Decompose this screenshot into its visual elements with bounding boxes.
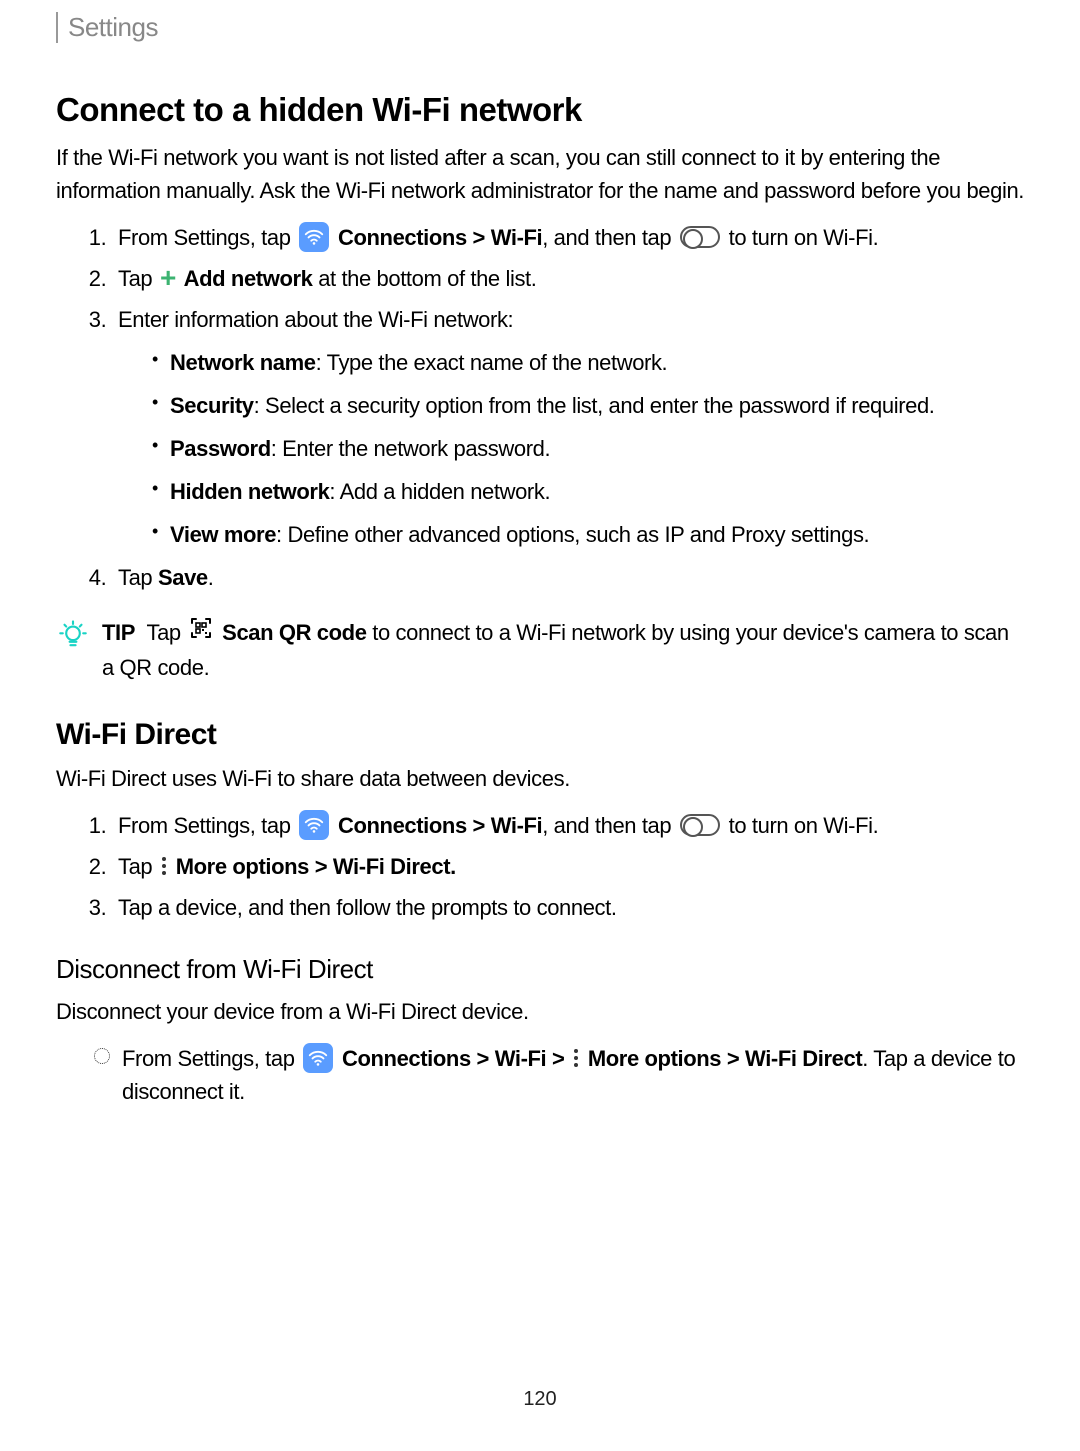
step-2: Tap More options > Wi-Fi Direct. bbox=[112, 850, 1024, 883]
text: , and then tap bbox=[542, 813, 677, 838]
heading-hidden-wifi: Connect to a hidden Wi-Fi network bbox=[56, 91, 1024, 129]
label-more-options: More options bbox=[176, 854, 309, 879]
step-1: From Settings, tap Connections > Wi-Fi, … bbox=[112, 809, 1024, 842]
text: From Settings, tap bbox=[118, 813, 296, 838]
text: From Settings, tap bbox=[122, 1046, 300, 1071]
field-hidden-network: Hidden network: Add a hidden network. bbox=[152, 475, 1024, 508]
step-4: Tap Save. bbox=[112, 561, 1024, 594]
text: : Enter the network password. bbox=[271, 436, 550, 461]
label-wifi: Wi-Fi bbox=[491, 225, 543, 250]
text: : Select a security option from the list… bbox=[254, 393, 935, 418]
sep: > bbox=[471, 1046, 495, 1071]
steps-wifi-direct: From Settings, tap Connections > Wi-Fi, … bbox=[56, 809, 1024, 924]
text: Tap bbox=[118, 565, 158, 590]
tip-label: TIP bbox=[102, 620, 135, 645]
circle-bullet-icon bbox=[94, 1048, 110, 1064]
text: Tap bbox=[118, 854, 158, 879]
text: Tap bbox=[118, 266, 158, 291]
text: , and then tap bbox=[542, 225, 677, 250]
wifi-icon bbox=[303, 1043, 333, 1073]
label: Security bbox=[170, 393, 254, 418]
label-wifi-direct: Wi-Fi Direct bbox=[333, 854, 450, 879]
text: to turn on Wi-Fi. bbox=[729, 813, 879, 838]
label-wifi: Wi-Fi bbox=[495, 1046, 547, 1071]
field-security: Security: Select a security option from … bbox=[152, 389, 1024, 422]
field-network-name: Network name: Type the exact name of the… bbox=[152, 346, 1024, 379]
intro-hidden-wifi: If the Wi-Fi network you want is not lis… bbox=[56, 141, 1024, 207]
text: Enter information about the Wi-Fi networ… bbox=[118, 307, 513, 332]
intro-disconnect-wfd: Disconnect your device from a Wi-Fi Dire… bbox=[56, 995, 1024, 1028]
label-save: Save bbox=[158, 565, 208, 590]
lightbulb-icon bbox=[56, 618, 90, 657]
sep: > bbox=[721, 1046, 745, 1071]
tip-text: TIP Tap Scan QR code to connect to a Wi-… bbox=[102, 616, 1024, 684]
label: Hidden network bbox=[170, 479, 329, 504]
sep: > bbox=[309, 854, 333, 879]
label: Password bbox=[170, 436, 271, 461]
toggle-icon bbox=[680, 226, 720, 248]
text: From Settings, tap bbox=[118, 225, 296, 250]
field-view-more: View more: Define other advanced options… bbox=[152, 518, 1024, 551]
text: Tap bbox=[146, 620, 186, 645]
step-3: Enter information about the Wi-Fi networ… bbox=[112, 303, 1024, 551]
label-add-network: Add network bbox=[184, 266, 313, 291]
label-wifi-direct: Wi-Fi Direct bbox=[745, 1046, 862, 1071]
field-password: Password: Enter the network password. bbox=[152, 432, 1024, 465]
text: : Add a hidden network. bbox=[329, 479, 550, 504]
label: Network name bbox=[170, 350, 316, 375]
step-3: Tap a device, and then follow the prompt… bbox=[112, 891, 1024, 924]
disconnect-steps: From Settings, tap Connections > Wi-Fi >… bbox=[56, 1042, 1024, 1108]
text: . bbox=[208, 565, 214, 590]
intro-wifi-direct: Wi-Fi Direct uses Wi-Fi to share data be… bbox=[56, 762, 1024, 795]
text: : Define other advanced options, such as… bbox=[276, 522, 869, 547]
label-connections: Connections bbox=[338, 225, 467, 250]
heading-wifi-direct: Wi-Fi Direct bbox=[56, 718, 1024, 752]
more-options-icon bbox=[574, 1049, 578, 1067]
label-connections: Connections bbox=[338, 813, 467, 838]
network-fields-list: Network name: Type the exact name of the… bbox=[118, 346, 1024, 551]
text: to turn on Wi-Fi. bbox=[729, 225, 879, 250]
sep: > bbox=[546, 1046, 570, 1071]
label-wifi: Wi-Fi bbox=[491, 813, 543, 838]
text: at the bottom of the list. bbox=[312, 266, 536, 291]
wifi-icon bbox=[299, 222, 329, 252]
tip-block: TIP Tap Scan QR code to connect to a Wi-… bbox=[56, 616, 1024, 684]
breadcrumb: Settings bbox=[56, 12, 1024, 43]
step-1: From Settings, tap Connections > Wi-Fi, … bbox=[112, 221, 1024, 254]
sep: > bbox=[467, 225, 491, 250]
disconnect-item: From Settings, tap Connections > Wi-Fi >… bbox=[98, 1042, 1024, 1108]
label-connections: Connections bbox=[342, 1046, 471, 1071]
page-number: 120 bbox=[56, 1388, 1024, 1411]
more-options-icon bbox=[162, 857, 166, 875]
text: : Type the exact name of the network. bbox=[316, 350, 668, 375]
step-2: Tap + Add network at the bottom of the l… bbox=[112, 262, 1024, 295]
label-scan-qr: Scan QR code bbox=[222, 620, 366, 645]
toggle-icon bbox=[680, 814, 720, 836]
label-more-options: More options bbox=[588, 1046, 721, 1071]
heading-disconnect-wfd: Disconnect from Wi-Fi Direct bbox=[56, 954, 1024, 985]
text: . bbox=[450, 854, 456, 879]
sep: > bbox=[467, 813, 491, 838]
steps-hidden-wifi: From Settings, tap Connections > Wi-Fi, … bbox=[56, 221, 1024, 594]
wifi-icon bbox=[299, 810, 329, 840]
qr-code-icon bbox=[189, 616, 213, 649]
label: View more bbox=[170, 522, 276, 547]
